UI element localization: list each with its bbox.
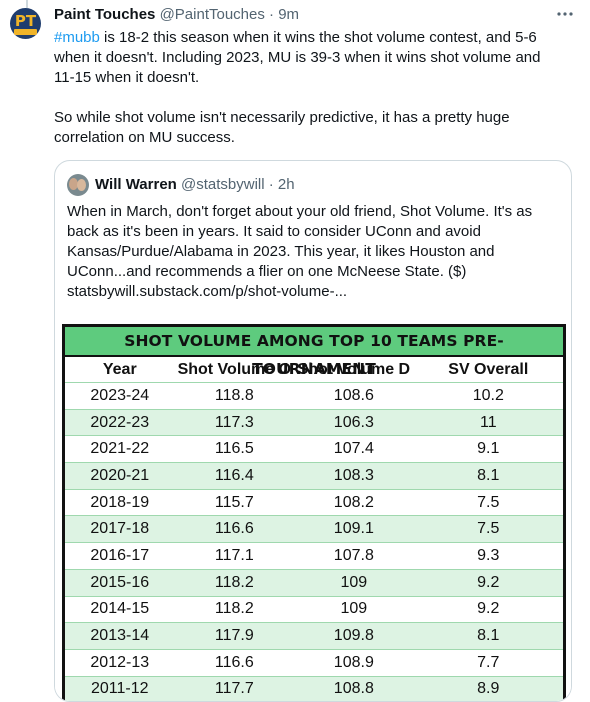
- table-row: 2013-14 117.9 109.8 8.1: [65, 622, 563, 650]
- shot-volume-d-cell: 109: [294, 595, 414, 623]
- table-row: 2023-24 118.8 108.6 10.2: [65, 382, 563, 410]
- shot-volume-o-cell: 115.7: [174, 488, 295, 516]
- table-row: 2012-13 116.6 108.9 7.7: [65, 648, 563, 677]
- shot-volume-o-cell: 117.3: [174, 408, 295, 436]
- shot-volume-o-cell: 116.6: [174, 515, 295, 543]
- thread-line: [26, 0, 28, 8]
- year-cell: 2015-16: [65, 568, 175, 596]
- shot-volume-d-cell: 107.8: [294, 542, 414, 570]
- table-row: 2021-22 116.5 107.4 9.1: [65, 435, 563, 463]
- sv-overall-cell: 8.1: [413, 622, 563, 650]
- sv-overall-cell: 11: [413, 408, 563, 436]
- table-row: 2016-17 117.1 107.8 9.3: [65, 542, 563, 570]
- tweet-text-paragraph-2: So while shot volume isn't necessarily p…: [54, 109, 514, 146]
- shot-volume-d-cell: 108.9: [294, 648, 414, 677]
- shot-volume-o-cell: 118.2: [174, 568, 295, 596]
- table-title: SHOT VOLUME AMONG TOP 10 TEAMS PRE-TOURN…: [65, 327, 563, 378]
- shot-volume-d-cell: 108.2: [294, 488, 414, 516]
- shot-volume-o-cell: 118.2: [174, 595, 295, 623]
- sv-overall-cell: 9.2: [413, 595, 563, 623]
- shot-volume-d-cell: 108.8: [294, 675, 414, 701]
- shot-volume-o-cell: 118.8: [174, 382, 295, 410]
- year-cell: 2012-13: [65, 648, 175, 677]
- avatar-face: [77, 179, 86, 191]
- column-header-sv-overall: SV Overall: [448, 360, 529, 378]
- quoted-author-avatar[interactable]: [67, 174, 89, 196]
- year-cell: 2020-21: [65, 462, 175, 490]
- table-row: 2022-23 117.3 106.3 11: [65, 408, 563, 436]
- sv-overall-cell: 8.1: [413, 462, 563, 490]
- year-cell: 2011-12: [65, 675, 175, 701]
- sv-overall-cell: 7.7: [413, 648, 563, 677]
- year-cell: 2018-19: [65, 488, 175, 516]
- stats-table: SHOT VOLUME AMONG TOP 10 TEAMS PRE-TOURN…: [62, 324, 566, 701]
- sv-overall-cell: 10.2: [413, 382, 563, 410]
- shot-volume-o-cell: 116.5: [174, 435, 295, 463]
- quoted-author-handle-time[interactable]: @statsbywill · 2h: [181, 176, 295, 193]
- author-handle-time[interactable]: @PaintTouches · 9m: [160, 6, 299, 23]
- sv-overall-cell: 9.3: [413, 542, 563, 570]
- year-cell: 2016-17: [65, 542, 175, 570]
- avatar-band: [14, 29, 37, 35]
- quoted-tweet-image[interactable]: SHOT VOLUME AMONG TOP 10 TEAMS PRE-TOURN…: [55, 312, 571, 701]
- table-row: 2014-15 118.2 109 9.2: [65, 595, 563, 623]
- shot-volume-o-cell: 117.9: [174, 622, 295, 650]
- year-cell: 2022-23: [65, 408, 175, 436]
- year-cell: 2013-14: [65, 622, 175, 650]
- quoted-tweet-header: Will Warren @statsbywill · 2h: [95, 176, 295, 193]
- year-cell: 2014-15: [65, 595, 175, 623]
- sv-overall-cell: 9.2: [413, 568, 563, 596]
- shot-volume-o-cell: 116.6: [174, 648, 295, 677]
- sv-overall-cell: 8.9: [413, 675, 563, 701]
- author-avatar[interactable]: PT: [10, 8, 41, 39]
- quoted-author-name[interactable]: Will Warren: [95, 176, 177, 193]
- quoted-tweet-text: When in March, don't forget about your o…: [67, 203, 533, 300]
- column-header-year: Year: [102, 360, 137, 378]
- year-cell: 2017-18: [65, 515, 175, 543]
- sv-overall-cell: 9.1: [413, 435, 563, 463]
- shot-volume-d-cell: 108.3: [294, 462, 414, 490]
- shot-volume-o-cell: 117.1: [174, 542, 295, 570]
- tweet-text: #mubb is 18-2 this season when it wins t…: [54, 28, 554, 148]
- table-row: 2017-18 116.6 109.1 7.5: [65, 515, 563, 543]
- sv-overall-cell: 7.5: [413, 488, 563, 516]
- shot-volume-d-cell: 108.6: [294, 382, 414, 410]
- table-row: 2011-12 117.7 108.8 8.9: [65, 675, 563, 701]
- more-horizontal-icon[interactable]: [556, 7, 574, 21]
- author-name[interactable]: Paint Touches: [54, 6, 155, 23]
- table-row: 2020-21 116.4 108.3 8.1: [65, 462, 563, 490]
- sv-overall-cell: 7.5: [413, 515, 563, 543]
- stats-table-grid: Year Shot Volume O Shot Volume D SV Over…: [65, 357, 563, 701]
- avatar-logo-text: PT: [14, 12, 37, 30]
- hashtag-link[interactable]: #mubb: [54, 29, 100, 46]
- shot-volume-d-cell: 106.3: [294, 408, 414, 436]
- tweet-text-body: is 18-2 this season when it wins the sho…: [54, 29, 545, 86]
- table-row: 2018-19 115.7 108.2 7.5: [65, 488, 563, 516]
- year-cell: 2023-24: [65, 382, 175, 410]
- shot-volume-d-cell: 107.4: [294, 435, 414, 463]
- shot-volume-d-cell: 109: [294, 568, 414, 596]
- shot-volume-d-cell: 109.8: [294, 622, 414, 650]
- tweet-header: Paint Touches @PaintTouches · 9m: [54, 6, 299, 23]
- table-row: 2015-16 118.2 109 9.2: [65, 568, 563, 596]
- shot-volume-o-cell: 117.7: [174, 675, 295, 701]
- year-cell: 2021-22: [65, 435, 175, 463]
- shot-volume-o-cell: 116.4: [174, 462, 295, 490]
- shot-volume-d-cell: 109.1: [294, 515, 414, 543]
- quoted-tweet[interactable]: Will Warren @statsbywill · 2h When in Ma…: [54, 160, 572, 702]
